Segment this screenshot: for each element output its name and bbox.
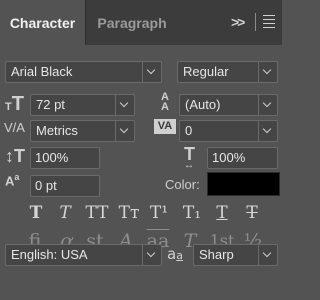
underline-button[interactable]: T bbox=[210, 203, 234, 223]
chevron-down-icon[interactable] bbox=[142, 62, 161, 82]
baseline-shift-icon: Aa bbox=[5, 172, 20, 189]
hamburger-menu-icon[interactable] bbox=[263, 15, 275, 31]
kerning-value: Metrics bbox=[36, 123, 78, 138]
leading-dropdown[interactable]: (Auto) bbox=[179, 94, 278, 116]
subscript-button[interactable]: T₁ bbox=[180, 203, 204, 223]
superscript-button[interactable]: T¹ bbox=[147, 203, 171, 223]
vertical-scale-input[interactable]: 100% bbox=[30, 147, 100, 169]
font-family-value: Arial Black bbox=[11, 64, 73, 79]
chevron-down-icon[interactable] bbox=[258, 121, 277, 141]
chevron-down-icon[interactable] bbox=[115, 121, 134, 141]
language-dropdown[interactable]: English: USA bbox=[5, 244, 162, 266]
font-size-dropdown[interactable]: 72 pt bbox=[30, 94, 135, 116]
tracking-dropdown[interactable]: 0 bbox=[179, 120, 278, 142]
font-size-icon: TT bbox=[5, 93, 24, 115]
character-panel: Character Paragraph >> Arial Black Regul… bbox=[0, 0, 282, 300]
tab-character[interactable]: Character bbox=[0, 0, 85, 46]
chevron-down-icon[interactable] bbox=[142, 245, 161, 265]
anti-aliasing-value: Sharp bbox=[199, 247, 234, 262]
aa-label-a: a bbox=[167, 245, 177, 263]
font-size-value: 72 pt bbox=[36, 97, 65, 112]
vertical-scale-icon: ↕T bbox=[5, 146, 25, 166]
color-label: Color: bbox=[165, 177, 200, 192]
chevron-down-icon[interactable] bbox=[258, 95, 277, 115]
leading-value: (Auto) bbox=[185, 97, 221, 112]
tab-bar: Character Paragraph >> bbox=[0, 0, 282, 46]
chevron-down-icon[interactable] bbox=[258, 62, 277, 82]
strikethrough-button[interactable]: T bbox=[240, 203, 264, 223]
chevron-down-icon[interactable] bbox=[115, 95, 134, 115]
baseline-shift-input[interactable]: 0 pt bbox=[30, 175, 100, 197]
tracking-icon: VA bbox=[154, 119, 176, 134]
text-color-swatch[interactable] bbox=[207, 172, 280, 196]
anti-aliasing-icon: aa bbox=[167, 245, 183, 263]
tab-divider bbox=[255, 13, 256, 31]
font-style-dropdown[interactable]: Regular bbox=[177, 61, 278, 83]
horizontal-scale-input[interactable]: 100% bbox=[207, 147, 278, 169]
faux-bold-button[interactable]: T bbox=[24, 203, 48, 223]
language-value: English: USA bbox=[11, 247, 88, 262]
small-caps-button[interactable]: Tт bbox=[114, 203, 144, 223]
double-chevron-right-icon[interactable]: >> bbox=[231, 14, 245, 30]
tracking-value: 0 bbox=[185, 123, 193, 138]
aa-label-b: a bbox=[176, 249, 183, 262]
anti-aliasing-dropdown[interactable]: Sharp bbox=[193, 244, 278, 266]
faux-italic-button[interactable]: T bbox=[53, 203, 77, 223]
font-family-dropdown[interactable]: Arial Black bbox=[5, 61, 162, 83]
tab-paragraph[interactable]: Paragraph bbox=[85, 0, 178, 45]
horizontal-scale-icon: T ↔ bbox=[184, 144, 195, 171]
leading-icon: AA bbox=[161, 91, 169, 113]
all-caps-button[interactable]: TT bbox=[82, 203, 112, 223]
kerning-icon: V/A bbox=[4, 120, 25, 135]
kerning-dropdown[interactable]: Metrics bbox=[30, 120, 135, 142]
font-style-value: Regular bbox=[183, 64, 229, 79]
chevron-down-icon[interactable] bbox=[258, 245, 277, 265]
